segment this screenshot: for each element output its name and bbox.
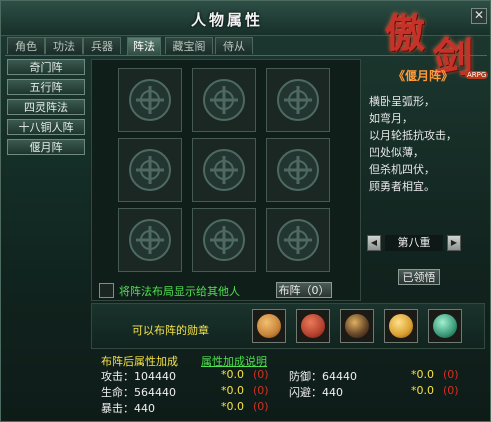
tab-skills[interactable]: 功法: [45, 37, 83, 54]
red-seal-medal[interactable]: [296, 309, 330, 343]
formation-description: 横卧呈弧形， 如弯月， 以月轮抵抗攻击， 凹处似薄， 但杀机四伏， 顾勇者相宜。: [369, 93, 479, 195]
description-line: 凹处似薄，: [369, 146, 424, 159]
formation-slot-emblem-icon: [129, 149, 171, 191]
formation-slot-emblem-icon: [203, 219, 245, 261]
formation-item-wuxing[interactable]: 五行阵: [7, 79, 85, 95]
formation-item-yanyue[interactable]: 偃月阵: [7, 139, 85, 155]
medal-bar: 可以布阵的勋章: [91, 303, 485, 349]
tab-weapons[interactable]: 兵器: [83, 37, 121, 54]
formation-slot[interactable]: [192, 68, 256, 132]
formation-slot-emblem-icon: [277, 149, 319, 191]
show-layout-label: 将阵法布局显示给其他人: [119, 285, 240, 298]
tab-attendants[interactable]: 侍从: [215, 37, 253, 54]
formation-slot[interactable]: [266, 138, 330, 202]
formation-grid-panel: [91, 59, 361, 301]
red-seal-medal-icon: [301, 314, 325, 338]
tab-divider: [5, 55, 487, 56]
formation-slot[interactable]: [118, 138, 182, 202]
stat-defense-bonus: *0.0: [411, 368, 434, 381]
game-logo: 傲 剑 《偃月阵》 ARPG: [381, 3, 489, 93]
dark-gem-medal-icon: [345, 314, 369, 338]
triangle-right-icon[interactable]: ▶: [447, 235, 461, 251]
description-line: 以月轮抵抗攻击，: [369, 129, 457, 142]
level-text: 第八重: [385, 235, 443, 251]
stat-hp: 生命：564440: [101, 386, 176, 399]
stat-dodge-bonus: *0.0: [411, 384, 434, 397]
stat-attack: 攻击：104440: [101, 370, 176, 383]
formation-slot[interactable]: [266, 68, 330, 132]
medal-label: 可以布阵的勋章: [132, 324, 209, 337]
tab-formations[interactable]: 阵法: [127, 37, 161, 55]
layout-button[interactable]: 布阵（0）: [276, 282, 332, 298]
stat-dodge: 闪避：440: [289, 386, 343, 399]
description-line: 横卧呈弧形，: [369, 95, 435, 108]
formation-slot-emblem-icon: [277, 219, 319, 261]
formation-slot[interactable]: [118, 208, 182, 272]
formation-slot-emblem-icon: [277, 79, 319, 121]
description-line: 但杀机四伏，: [369, 163, 435, 176]
lion-medal[interactable]: [252, 309, 286, 343]
formation-slot[interactable]: [266, 208, 330, 272]
logo-char-1: 傲: [385, 10, 425, 57]
jade-medal-icon: [433, 314, 457, 338]
triangle-left-icon[interactable]: ◀: [367, 235, 381, 251]
stat-crit: 暴击：440: [101, 402, 155, 415]
stat-defense: 防御：64440: [289, 370, 357, 383]
stats-header: 布阵后属性加成: [101, 355, 178, 368]
jade-medal[interactable]: [428, 309, 462, 343]
level-selector: ◀ 第八重 ▶: [367, 235, 463, 251]
description-line: 如弯月，: [369, 112, 413, 125]
stat-crit-bonus: *0.0: [221, 400, 244, 413]
formation-slot[interactable]: [192, 208, 256, 272]
dark-gem-medal[interactable]: [340, 309, 374, 343]
gold-coin-medal-icon: [389, 314, 413, 338]
formation-slot-emblem-icon: [129, 219, 171, 261]
stat-attack-bonus: *0.0: [221, 368, 244, 381]
logo-subtitle: 《偃月阵》: [393, 69, 454, 83]
description-line: 顾勇者相宜。: [369, 180, 435, 193]
attribute-help-link[interactable]: 属性加成说明: [201, 353, 267, 369]
formation-slot-emblem-icon: [203, 79, 245, 121]
stat-attack-paren: (0): [253, 368, 269, 381]
stat-defense-paren: (0): [443, 368, 459, 381]
formation-item-qimen[interactable]: 奇门阵: [7, 59, 85, 75]
character-attributes-window: 人物属性 ✕ 傲 剑 《偃月阵》 ARPG 角色 功法 兵器 阵法 藏宝阁 侍从…: [0, 0, 491, 422]
stat-hp-paren: (0): [253, 384, 269, 397]
formation-slot-emblem-icon: [129, 79, 171, 121]
formation-item-siling[interactable]: 四灵阵法: [7, 99, 85, 115]
show-layout-checkbox[interactable]: [99, 283, 114, 298]
logo-badge: ARPG: [465, 71, 489, 79]
gold-coin-medal[interactable]: [384, 309, 418, 343]
formation-slot[interactable]: [192, 138, 256, 202]
stat-crit-paren: (0): [253, 400, 269, 413]
formation-item-tongren[interactable]: 十八铜人阵: [7, 119, 85, 135]
attribute-bonus-panel: 布阵后属性加成 属性加成说明 攻击：104440 *0.0 (0) 生命：564…: [99, 353, 485, 421]
learned-button[interactable]: 已领悟: [398, 269, 440, 285]
formation-slot[interactable]: [118, 68, 182, 132]
window-title: 人物属性: [191, 11, 264, 29]
stat-dodge-paren: (0): [443, 384, 459, 397]
sidebar-background: [5, 151, 89, 301]
formation-slot-emblem-icon: [203, 149, 245, 191]
lion-medal-icon: [257, 314, 281, 338]
tab-role[interactable]: 角色: [7, 37, 45, 54]
stat-hp-bonus: *0.0: [221, 384, 244, 397]
tab-treasure-pavilion[interactable]: 藏宝阁: [165, 37, 213, 54]
